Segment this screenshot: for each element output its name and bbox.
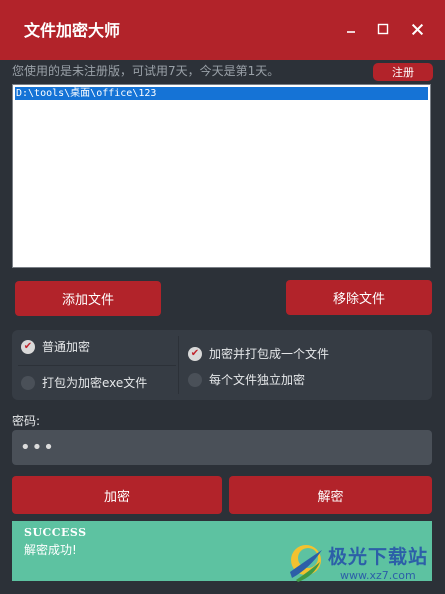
minimize-button[interactable]	[340, 18, 362, 40]
radio-unchecked-icon	[188, 372, 202, 387]
watermark: 极光下载站 www.xz7.com	[286, 540, 436, 588]
options-divider	[18, 365, 176, 366]
options-divider	[178, 336, 179, 394]
encrypt-button[interactable]: 加密	[12, 476, 222, 514]
watermark-url: www.xz7.com	[340, 569, 416, 582]
radio-unchecked-icon	[21, 375, 35, 390]
title-bar: 文件加密大师	[0, 0, 445, 60]
status-message: 解密成功!	[24, 543, 77, 557]
option-independent-encrypt-label: 每个文件独立加密	[209, 373, 306, 387]
option-normal-encrypt-label: 普通加密	[42, 340, 91, 354]
file-list[interactable]: D:\tools\桌面\office\123	[12, 84, 431, 268]
decrypt-button[interactable]: 解密	[229, 476, 432, 514]
file-list-item[interactable]: D:\tools\桌面\office\123	[15, 87, 428, 100]
trial-notice: 您使用的是未注册版，可试用7天，今天是第1天。	[12, 64, 280, 78]
window-title: 文件加密大师	[24, 21, 121, 40]
maximize-button[interactable]	[372, 18, 394, 40]
close-icon	[411, 23, 423, 35]
add-file-button[interactable]: 添加文件	[15, 281, 161, 316]
watermark-name: 极光下载站	[328, 546, 429, 568]
option-pack-exe-label: 打包为加密exe文件	[42, 376, 148, 390]
register-button[interactable]: 注册	[373, 63, 433, 81]
option-pack-single-file[interactable]: ✔ 加密并打包成一个文件	[188, 345, 329, 362]
radio-checked-icon: ✔	[188, 346, 202, 361]
option-normal-encrypt[interactable]: ✔ 普通加密	[21, 338, 90, 355]
status-title: SUCCESS	[24, 526, 87, 539]
password-label: 密码:	[12, 414, 41, 428]
remove-file-button[interactable]: 移除文件	[286, 280, 432, 315]
maximize-icon	[377, 23, 389, 35]
radio-checked-icon: ✔	[21, 339, 35, 354]
close-button[interactable]	[406, 18, 428, 40]
option-pack-exe[interactable]: 打包为加密exe文件	[21, 374, 147, 391]
watermark-logo-icon	[290, 545, 322, 582]
option-pack-single-file-label: 加密并打包成一个文件	[209, 347, 330, 361]
option-independent-encrypt[interactable]: 每个文件独立加密	[188, 371, 305, 388]
minimize-icon	[347, 31, 355, 33]
password-input[interactable]	[12, 430, 432, 465]
encryption-options-panel: ✔ 普通加密 打包为加密exe文件 ✔ 加密并打包成一个文件 每个文件独立加密	[12, 330, 432, 400]
